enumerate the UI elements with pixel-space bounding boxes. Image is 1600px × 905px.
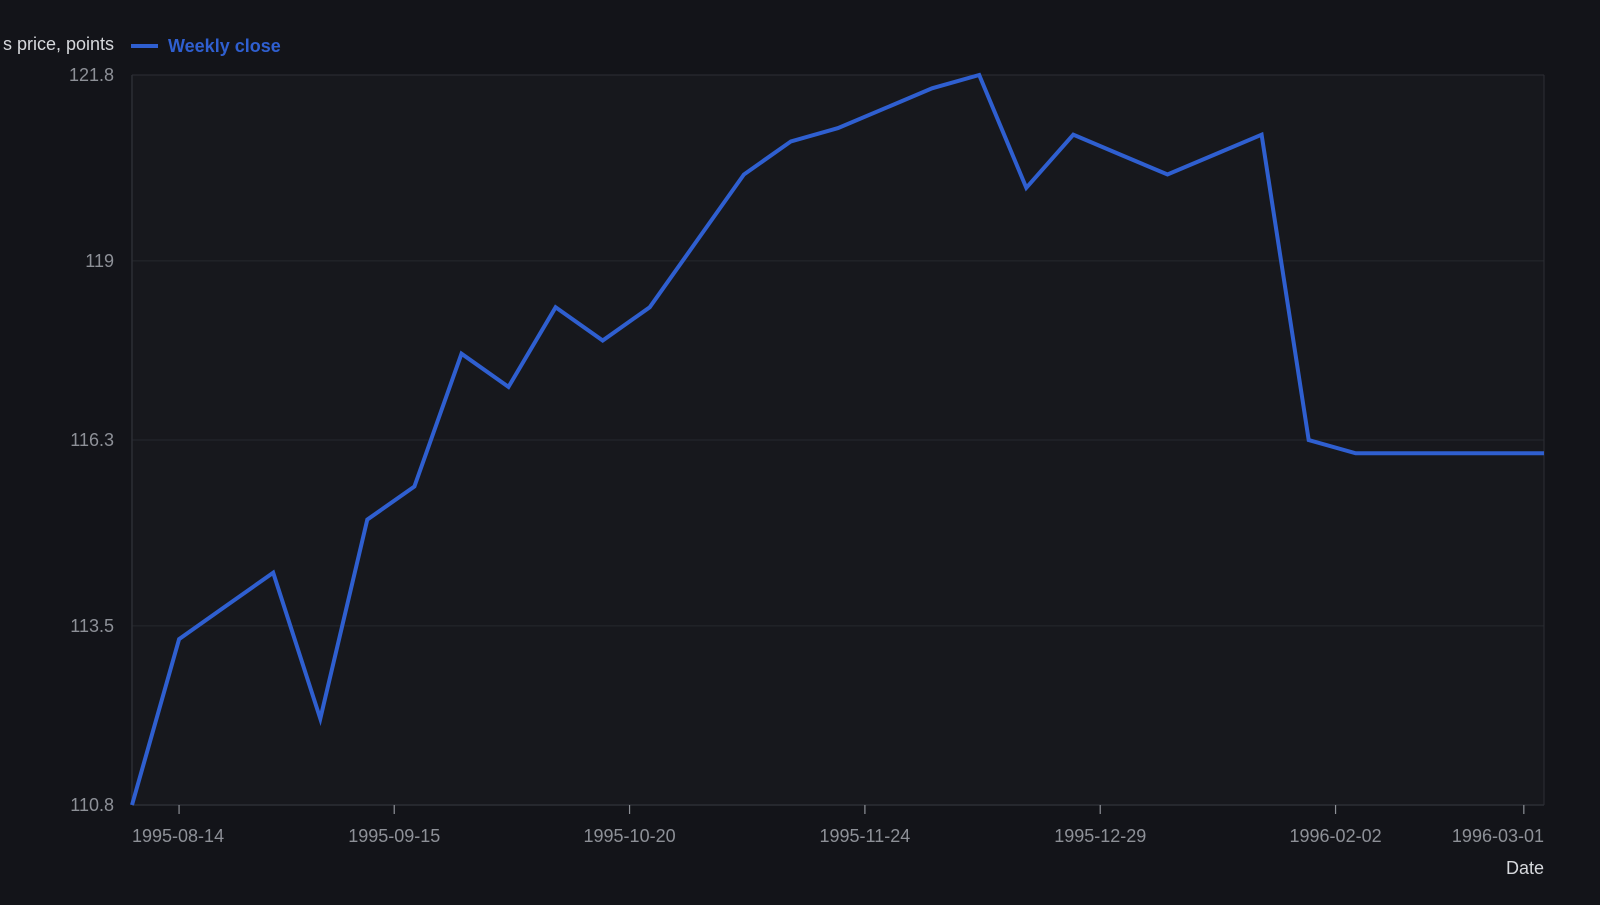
- x-tick-label: 1995-12-29: [1054, 826, 1146, 846]
- x-tick-label: 1995-08-14: [132, 826, 224, 846]
- y-tick-label: 119: [85, 251, 114, 271]
- y-axis-ticks: 110.8 113.5 116.3 119 121.8: [69, 65, 114, 815]
- y-tick-label: 113.5: [70, 616, 114, 636]
- x-tick-label: 1996-02-02: [1290, 826, 1382, 846]
- y-tick-label: 121.8: [69, 65, 114, 85]
- x-tick-label: 1995-09-15: [348, 826, 440, 846]
- x-tick-label: 1996-03-01: [1452, 826, 1544, 846]
- y-axis-label: s price, points: [3, 34, 114, 54]
- y-tick-label: 116.3: [70, 430, 114, 450]
- x-axis-ticks: 1995-08-14 1995-09-15 1995-10-20 1995-11-24…: [132, 805, 1544, 846]
- x-tick-label: 1995-10-20: [584, 826, 676, 846]
- legend-entry-weekly-close: Weekly close: [168, 36, 281, 56]
- x-axis-label: Date: [1506, 858, 1544, 878]
- y-tick-label: 110.8: [70, 795, 114, 815]
- line-chart: 110.8113.5116.3119121.8 1995-08-14 1995-0…: [3, 34, 1545, 878]
- x-tick-label: 1995-11-24: [820, 826, 911, 846]
- chart: 110.8 113.5 116.3 119 121.8 1995-08-14 1995-0…: [0, 0, 1600, 900]
